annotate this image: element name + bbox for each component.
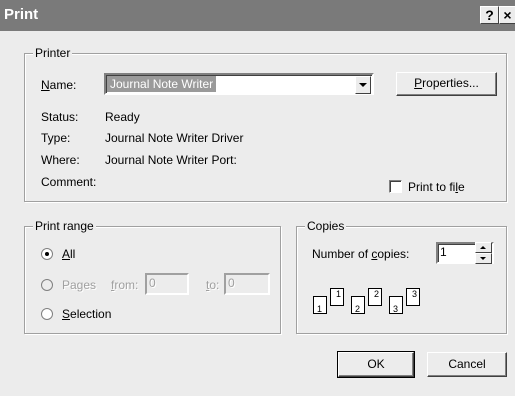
spin-down-icon[interactable]: [475, 253, 492, 264]
status-value: Ready: [105, 110, 140, 124]
to-label: to:: [206, 278, 220, 292]
type-value: Journal Note Writer Driver: [105, 131, 244, 145]
properties-button[interactable]: Properties...: [396, 72, 497, 96]
type-label: Type:: [41, 131, 71, 145]
from-field[interactable]: 0: [145, 273, 189, 295]
where-value: Journal Note Writer Port:: [105, 153, 237, 167]
radio-pages[interactable]: [41, 279, 53, 291]
ok-button[interactable]: OK: [337, 351, 415, 378]
printer-name-select[interactable]: Journal Note Writer: [104, 73, 374, 95]
where-label: Where:: [41, 153, 80, 167]
cancel-button[interactable]: Cancel: [427, 352, 507, 377]
comment-label: Comment:: [41, 175, 97, 189]
pages-label[interactable]: Pages: [62, 278, 96, 292]
printer-group-label: Printer: [33, 46, 73, 60]
print-range-group-label: Print range: [33, 219, 96, 233]
copies-spinner[interactable]: [475, 242, 492, 264]
help-button[interactable]: ?: [480, 6, 499, 24]
name-label: Name:: [41, 78, 77, 92]
selection-label[interactable]: Selection: [62, 307, 111, 321]
print-to-file-checkbox[interactable]: [389, 180, 402, 193]
title-bar[interactable]: Print ? ×: [0, 0, 515, 31]
from-label: from:: [111, 278, 139, 292]
dialog-title: Print: [4, 6, 39, 23]
copies-group-label: Copies: [305, 219, 347, 233]
chevron-down-icon[interactable]: [355, 76, 371, 94]
collate-icon: 1 1 2 2 3 3: [313, 288, 443, 320]
radio-all[interactable]: [41, 248, 53, 260]
print-dialog: Print ? × Printer Name: Journal Note Wri…: [0, 0, 515, 396]
all-label[interactable]: All: [62, 247, 75, 261]
radio-selection[interactable]: [41, 308, 53, 320]
close-button[interactable]: ×: [499, 6, 515, 24]
spin-up-icon[interactable]: [475, 242, 492, 253]
status-label: Status:: [41, 110, 79, 124]
printer-name-value: Journal Note Writer: [107, 76, 217, 92]
to-field[interactable]: 0: [224, 273, 270, 295]
print-to-file-label[interactable]: Print to file: [408, 180, 465, 194]
number-of-copies-label: Number of copies:: [312, 247, 410, 261]
